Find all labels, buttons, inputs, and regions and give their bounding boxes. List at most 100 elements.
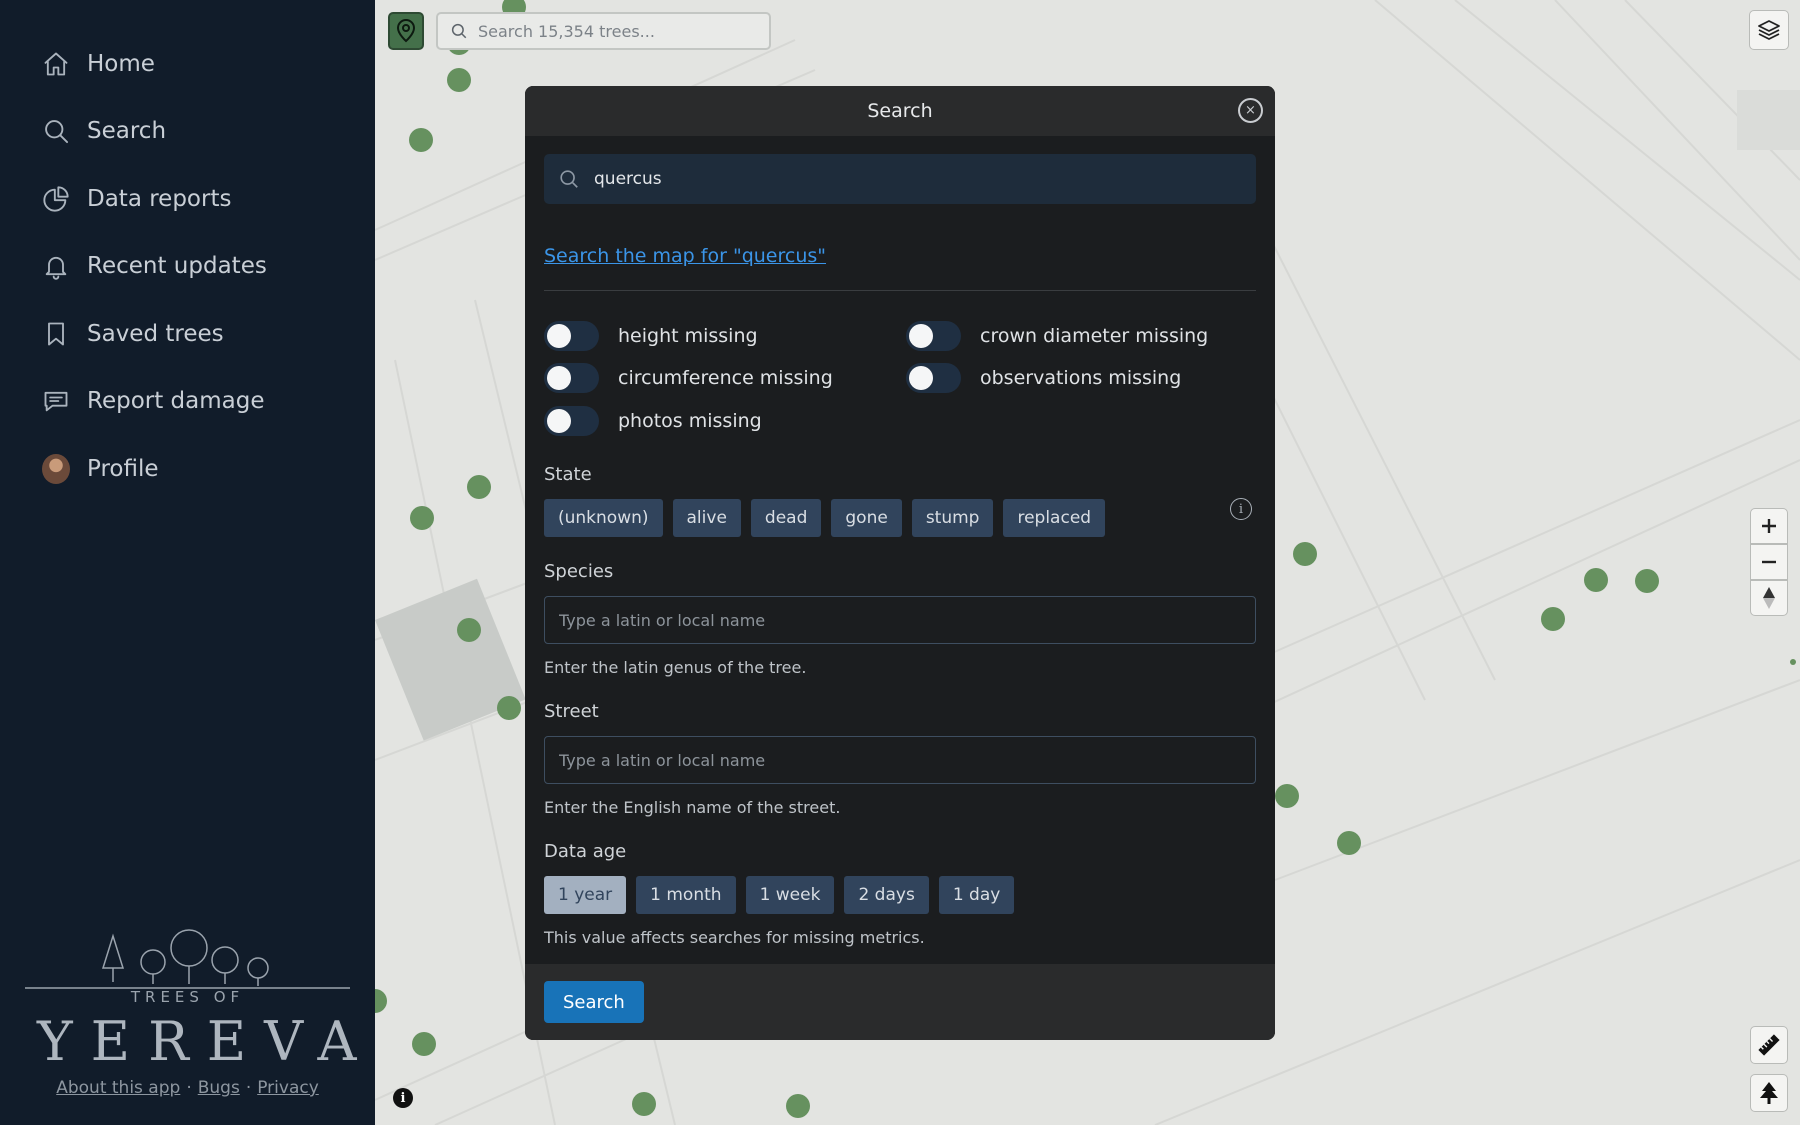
compass-icon [1763, 587, 1775, 609]
data-age-section: Data age 1 year 1 month 1 week 2 days 1 … [544, 841, 1256, 947]
sidebar-item-saved-trees[interactable]: Saved trees [0, 300, 375, 368]
toggle-switch[interactable] [544, 406, 599, 436]
state-chip-stump[interactable]: stump [911, 499, 994, 537]
dialog-body: quercus Search the map for "quercus" hei… [525, 136, 1275, 947]
missing-toggles: height missing crown diameter missing ci… [544, 306, 1256, 456]
ruler-icon [1758, 1034, 1780, 1056]
message-icon [42, 387, 70, 415]
search-icon [451, 23, 467, 39]
close-icon[interactable]: × [1238, 98, 1263, 123]
street-help: Enter the English name of the street. [544, 798, 841, 817]
layers-button[interactable] [1749, 10, 1789, 50]
layers-icon [1758, 20, 1780, 40]
toggle-label: observations missing [980, 367, 1182, 389]
trees-of-yerevan-logo: TREES OF YEREVAN [25, 920, 422, 1073]
sidebar-item-home[interactable]: Home [0, 30, 375, 98]
divider [544, 290, 1256, 291]
map-info-icon[interactable]: i [393, 1088, 413, 1108]
sidebar-item-label: Data reports [87, 185, 232, 212]
sidebar-item-label: Profile [87, 455, 159, 482]
trees-logo-icon [25, 929, 350, 989]
zoom-out-button[interactable] [1750, 544, 1788, 580]
toggle-observations-missing[interactable]: observations missing [906, 363, 1181, 393]
species-section: Species Enter the latin genus of the tre… [544, 561, 1256, 677]
about-link[interactable]: About this app [56, 1078, 180, 1098]
compass-button[interactable] [1750, 580, 1788, 616]
species-label: Species [544, 561, 614, 582]
toggle-circumference-missing[interactable]: circumference missing [544, 363, 833, 393]
privacy-link[interactable]: Privacy [257, 1078, 319, 1098]
street-section: Street Enter the English name of the str… [544, 701, 1256, 817]
toggle-photos-missing[interactable]: photos missing [544, 406, 762, 436]
toggle-label: crown diameter missing [980, 325, 1209, 347]
minus-icon [1762, 560, 1776, 564]
street-input[interactable] [559, 750, 1255, 770]
measure-button[interactable] [1750, 1026, 1788, 1064]
map-search-placeholder: Search 15,354 trees... [478, 21, 655, 41]
avatar [42, 453, 70, 484]
data-age-label: Data age [544, 841, 627, 862]
toggle-label: photos missing [618, 410, 762, 432]
search-submit-button[interactable]: Search [544, 981, 644, 1023]
pie-chart-icon [42, 185, 70, 213]
toggle-switch[interactable] [544, 321, 599, 351]
toggle-label: height missing [618, 325, 758, 347]
dialog-header: Search × [525, 86, 1275, 136]
sidebar-item-data-reports[interactable]: Data reports [0, 165, 375, 233]
data-age-chip-1-month[interactable]: 1 month [636, 876, 736, 914]
state-chip-unknown[interactable]: (unknown) [544, 499, 663, 537]
logo-title: YEREVAN [37, 1010, 440, 1073]
state-chip-replaced[interactable]: replaced [1003, 499, 1106, 537]
data-age-chip-1-day[interactable]: 1 day [938, 876, 1015, 914]
toggle-switch[interactable] [906, 363, 961, 393]
query-value: quercus [594, 169, 662, 189]
home-icon [42, 50, 70, 78]
bookmark-icon [42, 320, 70, 348]
dialog-footer: Search [525, 964, 1275, 1040]
query-input[interactable]: quercus [544, 154, 1256, 204]
species-field[interactable] [544, 596, 1256, 644]
search-map-link[interactable]: Search the map for "quercus" [544, 245, 826, 267]
sidebar-item-search[interactable]: Search [0, 98, 375, 166]
toggle-label: circumference missing [618, 367, 833, 389]
state-chip-alive[interactable]: alive [672, 499, 741, 537]
sidebar-footer: About this app · Bugs · Privacy [0, 1078, 375, 1098]
state-label: State [544, 464, 592, 485]
plus-icon [1762, 519, 1776, 533]
street-field[interactable] [544, 736, 1256, 784]
locate-button[interactable] [388, 12, 424, 50]
data-age-chip-1-year[interactable]: 1 year [544, 876, 627, 914]
state-chip-dead[interactable]: dead [750, 499, 822, 537]
bell-icon [42, 252, 70, 280]
sidebar-item-report-damage[interactable]: Report damage [0, 368, 375, 436]
toggle-crown-diameter-missing[interactable]: crown diameter missing [906, 321, 1208, 351]
add-tree-button[interactable] [1750, 1074, 1788, 1112]
state-chip-gone[interactable]: gone [831, 499, 902, 537]
avatar-wrap [42, 453, 70, 484]
street-label: Street [544, 701, 599, 722]
sidebar-item-label: Saved trees [87, 320, 224, 347]
data-age-chip-2-days[interactable]: 2 days [844, 876, 929, 914]
map-search-bar[interactable]: Search 15,354 trees... [436, 12, 771, 50]
state-chips: (unknown) alive dead gone stump replaced [544, 499, 1256, 537]
bugs-link[interactable]: Bugs [198, 1078, 240, 1098]
species-input[interactable] [559, 610, 1255, 630]
search-icon [560, 170, 578, 188]
sidebar-item-label: Report damage [87, 388, 265, 415]
species-help: Enter the latin genus of the tree. [544, 658, 807, 677]
sidebar-item-label: Recent updates [87, 253, 267, 280]
toggle-switch[interactable] [906, 321, 961, 351]
sidebar-item-recent-updates[interactable]: Recent updates [0, 233, 375, 301]
toggle-switch[interactable] [544, 363, 599, 393]
search-dialog: Search × quercus Search the map for "que… [525, 86, 1275, 1040]
state-section: State (unknown) alive dead gone stump re… [544, 464, 1256, 537]
toggle-height-missing[interactable]: height missing [544, 321, 758, 351]
dialog-title: Search [867, 100, 933, 122]
tree-icon [1760, 1082, 1778, 1104]
sidebar-item-profile[interactable]: Profile [0, 435, 375, 503]
zoom-in-button[interactable] [1750, 508, 1788, 544]
data-age-chip-1-week[interactable]: 1 week [745, 876, 835, 914]
search-icon [42, 117, 70, 145]
footer-separator: · [186, 1078, 192, 1098]
info-icon[interactable]: i [1230, 498, 1252, 520]
